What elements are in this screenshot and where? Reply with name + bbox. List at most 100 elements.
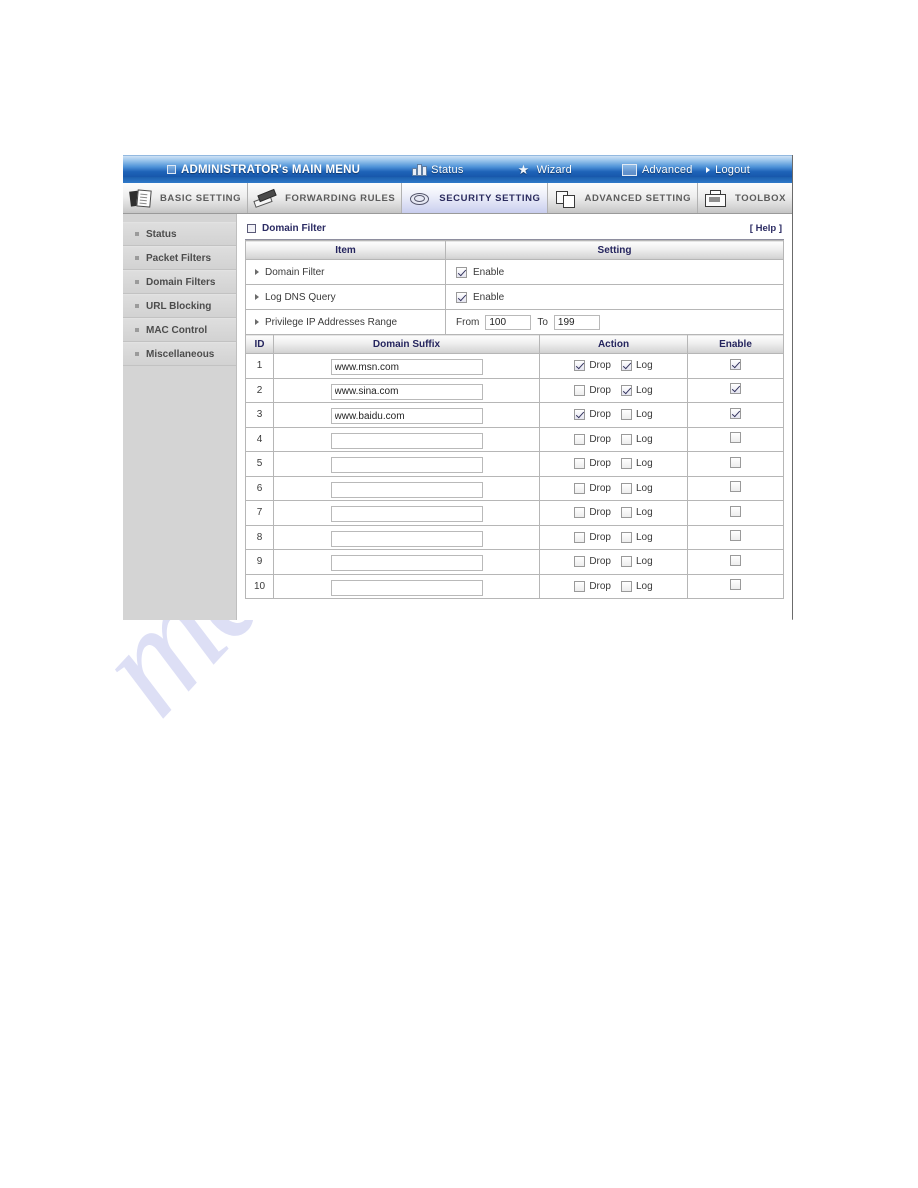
filter-row-action-cell: Drop Log (539, 573, 688, 599)
domain-filter-table: ID Domain Suffix Action Enable 1DropLog2… (245, 334, 784, 599)
settings-row-domain-filter: Domain Filter Enable (245, 259, 784, 285)
enable-checkbox[interactable] (730, 530, 741, 542)
enable-checkbox[interactable] (730, 554, 741, 566)
filter-row-domain-cell (273, 451, 540, 477)
log-checkbox[interactable] (621, 482, 632, 494)
sidebar-item-packet-filters[interactable]: Packet Filters (123, 246, 236, 270)
filter-row-id: 7 (245, 500, 274, 526)
content-area: Domain Filter [ Help ] Item Setting Doma… (237, 214, 792, 620)
table-row: 3 Drop Log (245, 402, 784, 428)
enable-checkbox[interactable] (730, 407, 741, 419)
tab-forwarding-rules[interactable]: FORWARDING RULES (248, 183, 403, 213)
drop-checkbox[interactable] (574, 409, 586, 421)
domain-suffix-input[interactable] (330, 432, 483, 449)
tab-security-setting[interactable]: SECURITY SETTING (402, 183, 548, 213)
privilege-to-input[interactable] (553, 314, 600, 330)
log-checkbox[interactable] (621, 384, 632, 396)
enable-checkbox[interactable] (730, 358, 741, 370)
domain-suffix-input[interactable] (330, 359, 483, 375)
sidebar-item-mac-control[interactable]: MAC Control (123, 318, 236, 342)
admin-main-menu-link[interactable]: ADMINISTRATOR's MAIN MENU (167, 164, 360, 176)
log-label: Log (636, 409, 653, 421)
drop-label: Drop (589, 458, 611, 470)
box-icon (622, 163, 637, 176)
filter-row-enable-cell (687, 377, 784, 403)
bullet-icon (135, 352, 139, 356)
tab-advanced-setting[interactable]: ADVANCED SETTING (547, 183, 699, 213)
log-label: Log (636, 433, 653, 445)
help-link[interactable]: [ Help ] (750, 223, 782, 234)
top-nav-advanced[interactable]: Advanced (622, 163, 693, 176)
drop-label: Drop (589, 580, 611, 592)
domain-filter-enable-checkbox[interactable] (456, 266, 467, 278)
sidebar-item-status[interactable]: Status (123, 222, 236, 246)
drop-checkbox[interactable] (574, 556, 586, 568)
log-checkbox[interactable] (621, 507, 632, 519)
drop-checkbox[interactable] (574, 458, 586, 470)
domain-suffix-input[interactable] (330, 555, 483, 571)
enable-checkbox[interactable] (730, 481, 741, 493)
sidebar-item-domain-filters[interactable]: Domain Filters (123, 270, 236, 294)
filter-row-enable-cell (687, 353, 784, 379)
enable-checkbox[interactable] (730, 579, 741, 591)
drop-checkbox[interactable] (574, 580, 586, 592)
domain-suffix-input[interactable] (330, 481, 483, 498)
domain-suffix-input[interactable] (330, 383, 483, 400)
top-nav-wizard[interactable]: ★ Wizard (518, 163, 572, 176)
filter-row-action-cell: Drop Log (539, 451, 688, 477)
top-nav-logout-label: Logout (715, 163, 750, 176)
settings-row-value-cell: Enable (445, 259, 784, 285)
log-checkbox[interactable] (621, 556, 632, 568)
table-row: 1 Drop Log (245, 353, 784, 379)
tab-basic-setting[interactable]: BASIC SETTING (123, 183, 249, 213)
drop-checkbox[interactable] (574, 507, 586, 519)
domain-suffix-input[interactable] (330, 506, 483, 522)
drop-checkbox[interactable] (574, 384, 586, 396)
drop-checkbox[interactable] (574, 360, 586, 372)
top-nav-logout[interactable]: Logout (706, 164, 750, 176)
sidebar-item-miscellaneous[interactable]: Miscellaneous (123, 342, 236, 366)
log-checkbox[interactable] (621, 409, 632, 421)
drop-label: Drop (589, 556, 611, 568)
filter-header-row: ID Domain Suffix Action Enable (245, 334, 784, 354)
filter-row-id: 2 (245, 377, 274, 403)
log-dns-query-enable-checkbox[interactable] (456, 291, 467, 303)
top-nav-wizard-label: Wizard (536, 163, 572, 176)
enable-checkbox[interactable] (730, 432, 741, 444)
drop-checkbox[interactable] (574, 531, 586, 543)
domain-suffix-input[interactable] (330, 408, 483, 424)
enable-checkbox[interactable] (730, 456, 741, 468)
log-checkbox[interactable] (621, 433, 632, 445)
page-body: Status Packet Filters Domain Filters URL… (123, 214, 792, 620)
admin-main-menu-label: ADMINISTRATOR's MAIN MENU (181, 163, 361, 176)
enable-checkbox[interactable] (730, 383, 741, 395)
filter-row-id: 3 (245, 402, 274, 428)
drop-label: Drop (589, 360, 611, 372)
settings-header-setting: Setting (445, 240, 784, 260)
filter-row-enable-cell (687, 524, 784, 550)
collapse-box-icon[interactable] (247, 223, 256, 233)
bullet-icon (135, 304, 139, 308)
sidebar-item-url-blocking[interactable]: URL Blocking (123, 294, 236, 318)
log-checkbox[interactable] (621, 580, 632, 592)
filter-row-enable-cell (687, 549, 784, 575)
filter-row-domain-cell (273, 426, 540, 452)
drop-checkbox[interactable] (574, 482, 586, 494)
log-checkbox[interactable] (621, 458, 632, 470)
domain-suffix-input[interactable] (330, 579, 483, 596)
domain-suffix-input[interactable] (330, 457, 483, 473)
log-checkbox[interactable] (621, 531, 632, 543)
top-nav-status[interactable]: Status (412, 163, 463, 176)
tab-toolbox[interactable]: TOOLBOX (698, 183, 792, 213)
privilege-from-input[interactable] (485, 314, 532, 330)
table-row: 6 Drop Log (245, 475, 784, 501)
domain-suffix-input[interactable] (330, 530, 483, 547)
drop-label: Drop (589, 433, 611, 445)
enable-checkbox[interactable] (730, 505, 741, 517)
log-label: Log (636, 482, 653, 494)
filter-row-id: 1 (245, 353, 274, 379)
wand-icon: ★ (517, 162, 530, 177)
table-row: 9 Drop Log (245, 549, 784, 575)
drop-checkbox[interactable] (574, 433, 586, 445)
log-checkbox[interactable] (621, 360, 632, 372)
